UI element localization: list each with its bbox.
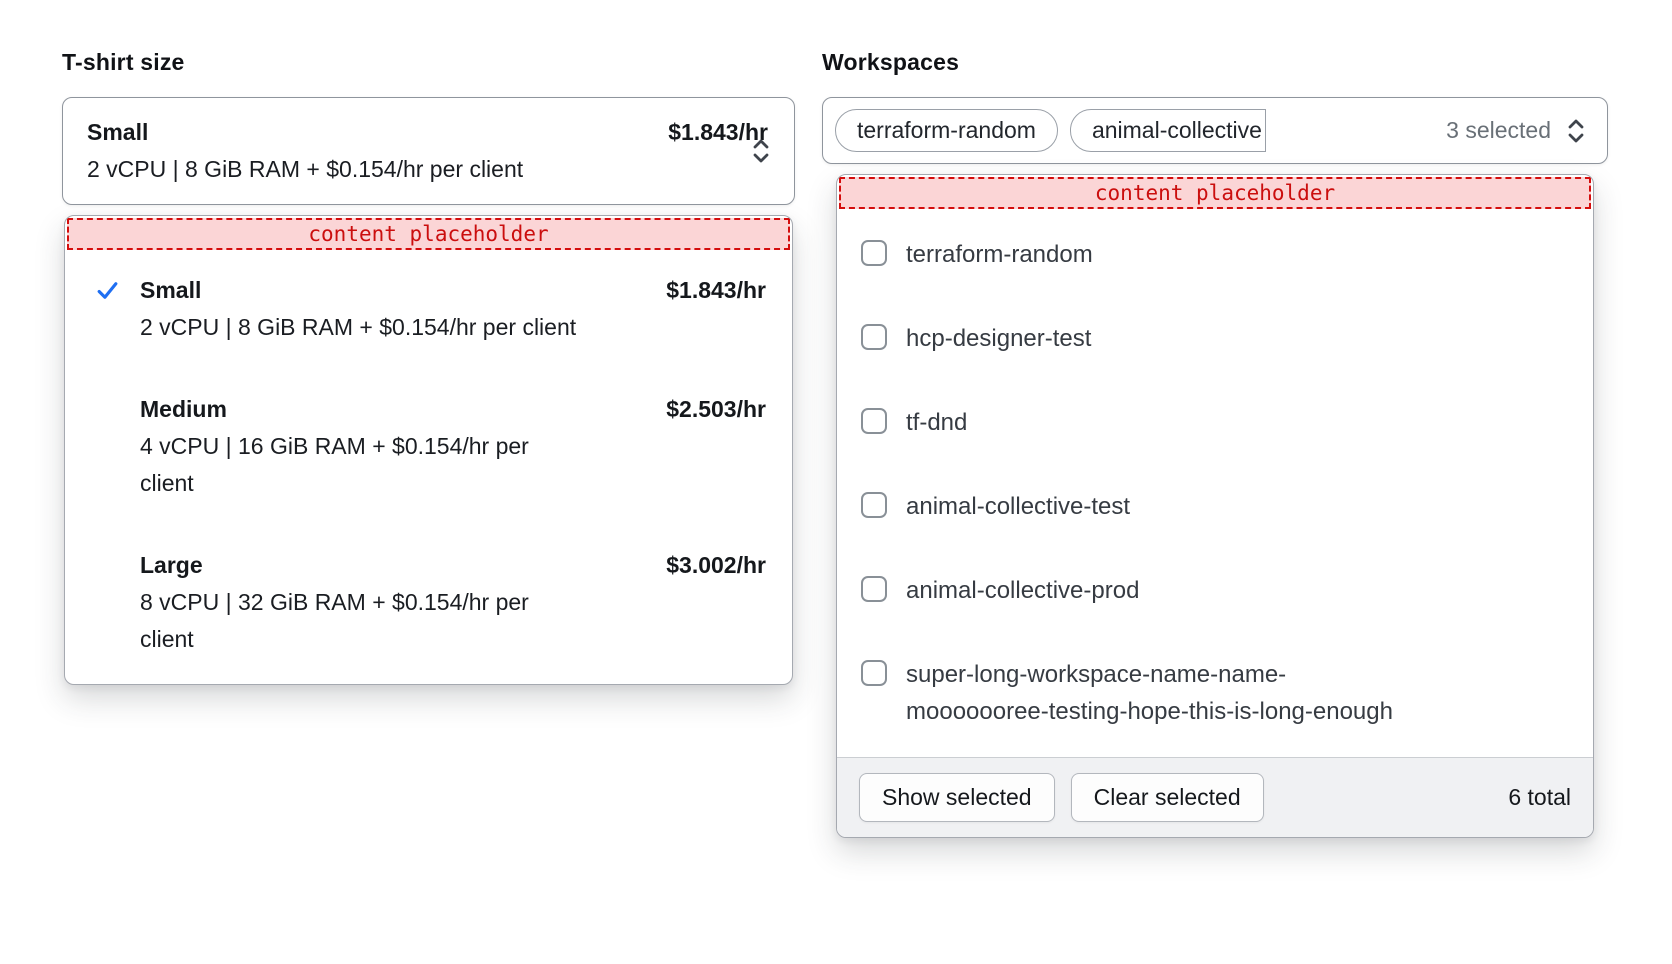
workspace-option-label: animal-collective-test [906, 488, 1130, 525]
tshirt-size-select-trigger[interactable]: Small $1.843/hr 2 vCPU | 8 GiB RAM + $0.… [62, 97, 795, 205]
chevrons-up-down-icon [750, 136, 772, 166]
workspace-option-hcp-designer-test[interactable]: hcp-designer-test [861, 320, 1569, 357]
selected-count-label: 3 selected [1432, 117, 1551, 144]
tag-terraform-random: terraform-random [835, 109, 1058, 152]
workspace-option-animal-collective-test[interactable]: animal-collective-test [861, 488, 1569, 525]
checkbox-unchecked[interactable] [861, 240, 887, 266]
option-title: Small [140, 272, 666, 309]
option-small[interactable]: Small $1.843/hr 2 vCPU | 8 GiB RAM + $0.… [65, 272, 792, 346]
content-placeholder-banner: content placeholder [67, 218, 790, 250]
check-placeholder [95, 391, 140, 428]
checkbox-unchecked[interactable] [861, 324, 887, 350]
clear-selected-button[interactable]: Clear selected [1071, 773, 1264, 822]
workspace-option-label: animal-collective-prod [906, 572, 1139, 609]
workspace-option-label: terraform-random [906, 236, 1093, 273]
option-price: $1.843/hr [666, 272, 766, 309]
option-description: 2 vCPU | 8 GiB RAM + $0.154/hr per clien… [140, 309, 585, 346]
checkbox-unchecked[interactable] [861, 660, 887, 686]
tshirt-options-list: Small $1.843/hr 2 vCPU | 8 GiB RAM + $0.… [65, 252, 792, 684]
option-description: 8 vCPU | 32 GiB RAM + $0.154/hr per clie… [140, 584, 585, 658]
check-icon [95, 272, 140, 309]
total-count-label: 6 total [1508, 784, 1571, 811]
option-price: $3.002/hr [666, 547, 766, 584]
workspace-option-label-line2: mooooooree-testing-hope-this-is-long-eno… [906, 693, 1393, 730]
workspace-option-tf-dnd[interactable]: tf-dnd [861, 404, 1569, 441]
workspace-option-label: tf-dnd [906, 404, 967, 441]
tshirt-size-section: T-shirt size Small $1.843/hr 2 vCPU | 8 … [62, 48, 795, 838]
workspace-option-label-line1: super-long-workspace-name-name- [906, 656, 1393, 693]
content-placeholder-banner: content placeholder [839, 177, 1591, 209]
option-description: 4 vCPU | 16 GiB RAM + $0.154/hr per clie… [140, 428, 585, 502]
option-price: $2.503/hr [666, 391, 766, 428]
checkbox-unchecked[interactable] [861, 492, 887, 518]
workspace-option-label: hcp-designer-test [906, 320, 1091, 357]
workspaces-label: Workspaces [822, 48, 1608, 76]
workspaces-section: Workspaces terraform-random animal-colle… [822, 48, 1608, 838]
show-selected-button[interactable]: Show selected [859, 773, 1055, 822]
selected-size-title: Small [87, 114, 148, 151]
checkbox-unchecked[interactable] [861, 408, 887, 434]
workspace-option-label: super-long-workspace-name-name- moooooor… [906, 656, 1393, 730]
tshirt-trigger-row: Small $1.843/hr [87, 114, 730, 151]
option-title: Medium [140, 391, 666, 428]
workspaces-multiselect-trigger[interactable]: terraform-random animal-collective 3 sel… [822, 97, 1608, 164]
workspaces-dropdown: content placeholder terraform-random hcp… [836, 174, 1594, 838]
tshirt-size-dropdown: content placeholder Small $1.843/hr 2 vC… [64, 215, 793, 685]
option-medium[interactable]: Medium $2.503/hr 4 vCPU | 16 GiB RAM + $… [65, 391, 792, 502]
chevrons-up-down-icon [1565, 116, 1587, 146]
workspaces-options-list: terraform-random hcp-designer-test tf-dn… [837, 211, 1593, 757]
workspace-option-super-long-workspace[interactable]: super-long-workspace-name-name- moooooor… [861, 656, 1569, 730]
page: T-shirt size Small $1.843/hr 2 vCPU | 8 … [0, 0, 1672, 838]
workspace-option-animal-collective-prod[interactable]: animal-collective-prod [861, 572, 1569, 609]
option-title: Large [140, 547, 666, 584]
option-large[interactable]: Large $3.002/hr 8 vCPU | 32 GiB RAM + $0… [65, 547, 792, 658]
tag-animal-collective: animal-collective [1070, 109, 1266, 152]
checkbox-unchecked[interactable] [861, 576, 887, 602]
workspaces-dropdown-footer: Show selected Clear selected 6 total [837, 757, 1593, 837]
selected-size-description: 2 vCPU | 8 GiB RAM + $0.154/hr per clien… [87, 151, 587, 188]
tshirt-size-label: T-shirt size [62, 48, 795, 76]
workspace-option-terraform-random[interactable]: terraform-random [861, 236, 1569, 273]
check-placeholder [95, 547, 140, 584]
